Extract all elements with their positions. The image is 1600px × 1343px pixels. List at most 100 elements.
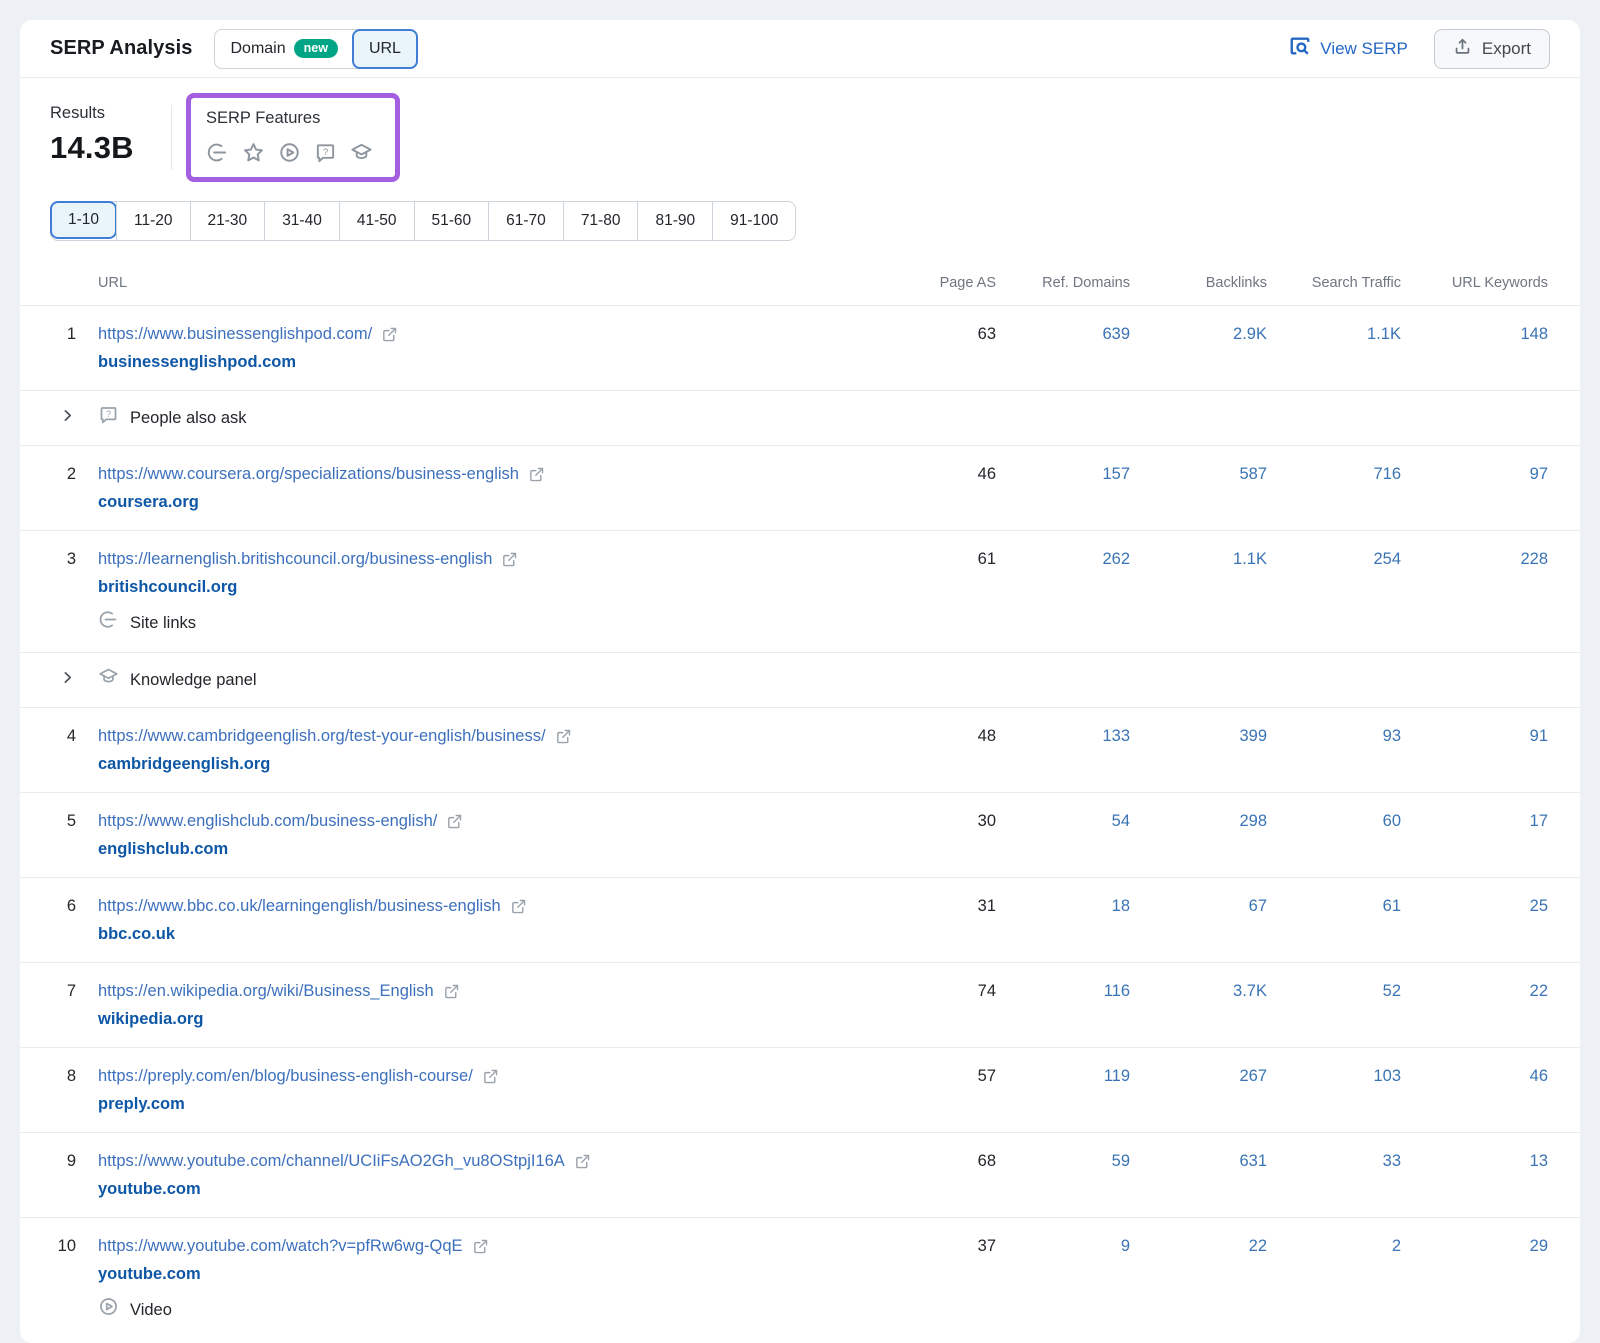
table-row: 7 https://en.wikipedia.org/wiki/Business… xyxy=(20,962,1580,1047)
ref-domains-link[interactable]: 157 xyxy=(996,462,1130,487)
page-button-91-100[interactable]: 91-100 xyxy=(712,202,795,240)
page-title: SERP Analysis xyxy=(50,37,192,60)
result-domain-link[interactable]: coursera.org xyxy=(98,490,199,515)
result-domain-link[interactable]: businessenglishpod.com xyxy=(98,350,296,375)
card-header: SERP Analysis Domain new URL View SERP E… xyxy=(20,20,1580,78)
url-keywords-link[interactable]: 91 xyxy=(1401,724,1548,749)
toggle-domain-button[interactable]: Domain new xyxy=(215,30,352,68)
page-button-1-10[interactable]: 1-10 xyxy=(50,201,117,239)
result-url-link[interactable]: https://www.cambridgeenglish.org/test-yo… xyxy=(98,724,546,749)
result-position: 1 xyxy=(50,322,76,347)
search-traffic-link[interactable]: 61 xyxy=(1267,894,1401,919)
url-keywords-link[interactable]: 97 xyxy=(1401,462,1548,487)
serp-feature-row-people-also-ask: People also ask xyxy=(20,390,1580,445)
ref-domains-link[interactable]: 54 xyxy=(996,809,1130,834)
result-domain-link[interactable]: youtube.com xyxy=(98,1177,201,1202)
ref-domains-link[interactable]: 9 xyxy=(996,1234,1130,1259)
ref-domains-link[interactable]: 119 xyxy=(996,1064,1130,1089)
url-keywords-link[interactable]: 148 xyxy=(1401,322,1548,347)
result-url-link[interactable]: https://en.wikipedia.org/wiki/Business_E… xyxy=(98,979,434,1004)
result-url-link[interactable]: https://preply.com/en/blog/business-engl… xyxy=(98,1064,473,1089)
result-url-link[interactable]: https://www.youtube.com/channel/UCIiFsAO… xyxy=(98,1149,565,1174)
ref-domains-link[interactable]: 133 xyxy=(996,724,1130,749)
url-keywords-link[interactable]: 29 xyxy=(1401,1234,1548,1259)
url-keywords-link[interactable]: 46 xyxy=(1401,1064,1548,1089)
ref-domains-link[interactable]: 59 xyxy=(996,1149,1130,1174)
external-link-icon[interactable] xyxy=(446,813,463,830)
result-url-link[interactable]: https://www.bbc.co.uk/learningenglish/bu… xyxy=(98,894,501,919)
search-traffic-link[interactable]: 2 xyxy=(1267,1234,1401,1259)
external-link-icon[interactable] xyxy=(528,466,545,483)
search-traffic-link[interactable]: 93 xyxy=(1267,724,1401,749)
search-traffic-link[interactable]: 254 xyxy=(1267,547,1401,572)
page-button-31-40[interactable]: 31-40 xyxy=(264,202,339,240)
result-domain-link[interactable]: wikipedia.org xyxy=(98,1007,203,1032)
vertical-divider xyxy=(171,105,172,170)
page-button-71-80[interactable]: 71-80 xyxy=(563,202,638,240)
backlinks-link[interactable]: 1.1K xyxy=(1130,547,1267,572)
export-button[interactable]: Export xyxy=(1434,29,1550,69)
column-header-url-keywords: URL Keywords xyxy=(1401,275,1548,291)
view-serp-button[interactable]: View SERP xyxy=(1289,35,1408,62)
expand-chevron-icon[interactable] xyxy=(50,666,76,686)
external-link-icon[interactable] xyxy=(443,983,460,1000)
search-traffic-link[interactable]: 60 xyxy=(1267,809,1401,834)
external-link-icon[interactable] xyxy=(482,1068,499,1085)
page-button-61-70[interactable]: 61-70 xyxy=(488,202,563,240)
search-traffic-link[interactable]: 103 xyxy=(1267,1064,1401,1089)
search-traffic-link[interactable]: 33 xyxy=(1267,1149,1401,1174)
search-traffic-link[interactable]: 1.1K xyxy=(1267,322,1401,347)
backlinks-link[interactable]: 298 xyxy=(1130,809,1267,834)
backlinks-link[interactable]: 22 xyxy=(1130,1234,1267,1259)
column-header-url: URL xyxy=(76,275,876,291)
page-button-41-50[interactable]: 41-50 xyxy=(339,202,414,240)
result-domain-link[interactable]: preply.com xyxy=(98,1092,185,1117)
backlinks-link[interactable]: 3.7K xyxy=(1130,979,1267,1004)
url-keywords-link[interactable]: 22 xyxy=(1401,979,1548,1004)
url-keywords-link[interactable]: 228 xyxy=(1401,547,1548,572)
page-as-value: 57 xyxy=(876,1064,996,1089)
ref-domains-link[interactable]: 639 xyxy=(996,322,1130,347)
backlinks-link[interactable]: 587 xyxy=(1130,462,1267,487)
result-domain-link[interactable]: bbc.co.uk xyxy=(98,922,175,947)
external-link-icon[interactable] xyxy=(381,326,398,343)
result-position: 7 xyxy=(50,979,76,1004)
page-button-21-30[interactable]: 21-30 xyxy=(190,202,265,240)
search-traffic-link[interactable]: 716 xyxy=(1267,462,1401,487)
backlinks-link[interactable]: 2.9K xyxy=(1130,322,1267,347)
result-url-link[interactable]: https://learnenglish.britishcouncil.org/… xyxy=(98,547,492,572)
toggle-url-button[interactable]: URL xyxy=(352,29,418,69)
view-serp-icon xyxy=(1289,35,1311,62)
result-domain-link[interactable]: britishcouncil.org xyxy=(98,575,237,600)
external-link-icon[interactable] xyxy=(510,898,527,915)
backlinks-link[interactable]: 631 xyxy=(1130,1149,1267,1174)
ref-domains-link[interactable]: 262 xyxy=(996,547,1130,572)
backlinks-link[interactable]: 267 xyxy=(1130,1064,1267,1089)
backlinks-link[interactable]: 67 xyxy=(1130,894,1267,919)
table-header: URL Page AS Ref. Domains Backlinks Searc… xyxy=(20,265,1580,305)
video-icon xyxy=(278,141,301,164)
url-keywords-link[interactable]: 25 xyxy=(1401,894,1548,919)
result-domain-link[interactable]: cambridgeenglish.org xyxy=(98,752,270,777)
page-button-81-90[interactable]: 81-90 xyxy=(637,202,712,240)
backlinks-link[interactable]: 399 xyxy=(1130,724,1267,749)
url-keywords-link[interactable]: 13 xyxy=(1401,1149,1548,1174)
result-url-link[interactable]: https://www.coursera.org/specializations… xyxy=(98,462,519,487)
url-keywords-link[interactable]: 17 xyxy=(1401,809,1548,834)
expand-chevron-icon[interactable] xyxy=(50,404,76,424)
external-link-icon[interactable] xyxy=(555,728,572,745)
ref-domains-link[interactable]: 116 xyxy=(996,979,1130,1004)
external-link-icon[interactable] xyxy=(501,551,518,568)
result-domain-link[interactable]: youtube.com xyxy=(98,1262,201,1287)
result-domain-link[interactable]: englishclub.com xyxy=(98,837,228,862)
result-url-link[interactable]: https://www.youtube.com/watch?v=pfRw6wg-… xyxy=(98,1234,463,1259)
external-link-icon[interactable] xyxy=(574,1153,591,1170)
ref-domains-link[interactable]: 18 xyxy=(996,894,1130,919)
table-row: 5 https://www.englishclub.com/business-e… xyxy=(20,792,1580,877)
external-link-icon[interactable] xyxy=(472,1238,489,1255)
result-url-link[interactable]: https://www.businessenglishpod.com/ xyxy=(98,322,372,347)
result-url-link[interactable]: https://www.englishclub.com/business-eng… xyxy=(98,809,437,834)
search-traffic-link[interactable]: 52 xyxy=(1267,979,1401,1004)
page-button-51-60[interactable]: 51-60 xyxy=(414,202,489,240)
page-button-11-20[interactable]: 11-20 xyxy=(116,202,190,240)
